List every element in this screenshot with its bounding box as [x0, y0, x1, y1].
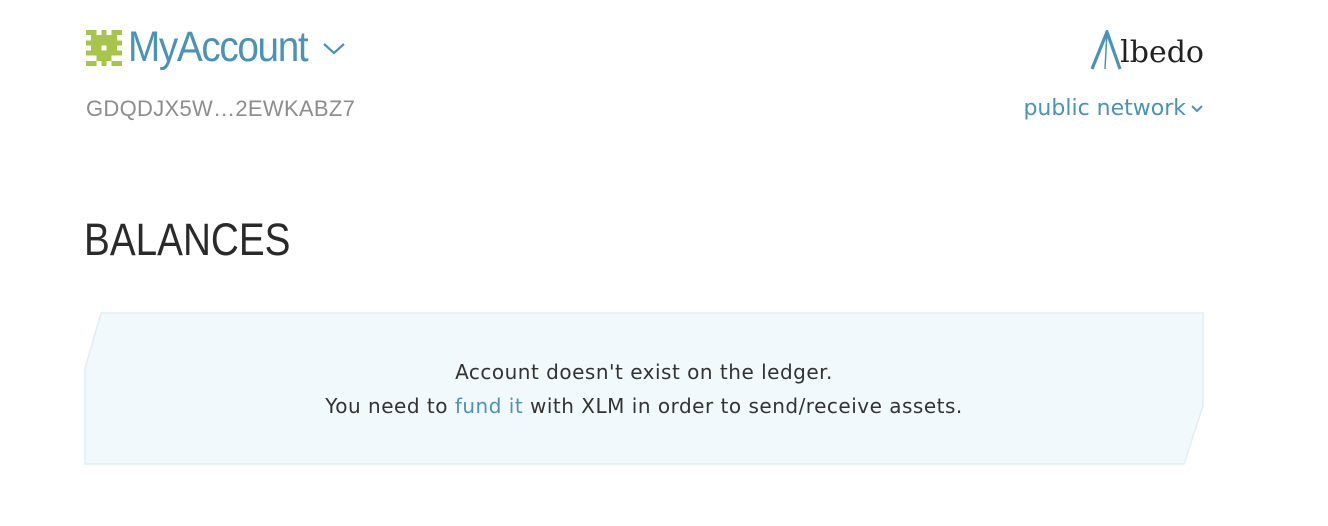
- brand-name: lbedo: [1120, 35, 1204, 70]
- fund-it-link[interactable]: fund it: [455, 394, 523, 418]
- notice-line-2: You need to fund it with XLM in order to…: [325, 389, 963, 423]
- account-title[interactable]: MyAccount: [128, 26, 309, 69]
- network-selector[interactable]: public network: [1023, 96, 1204, 121]
- account-address: GDQDJX5W…2EWKABZ7: [86, 96, 356, 121]
- account-chevron-down-icon[interactable]: [321, 39, 347, 57]
- account-selector[interactable]: MyAccount: [86, 26, 347, 69]
- albedo-logo: lbedo: [1090, 30, 1204, 70]
- account-not-found-notice: Account doesn't exist on the ledger. You…: [84, 312, 1204, 465]
- albedo-a-icon: [1090, 30, 1122, 70]
- notice-line-2-prefix: You need to: [325, 393, 455, 418]
- network-label[interactable]: public network: [1023, 96, 1186, 121]
- notice-line-2-suffix: with XLM in order to send/receive assets…: [523, 393, 963, 418]
- balances-title: BALANCES: [84, 214, 291, 265]
- notice-line-1: Account doesn't exist on the ledger.: [455, 359, 833, 384]
- identicon-icon: [86, 29, 122, 66]
- chevron-down-icon[interactable]: [1190, 104, 1204, 114]
